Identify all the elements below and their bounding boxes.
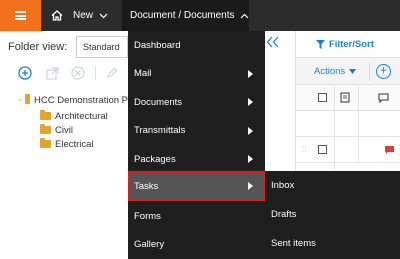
hamburger-icon — [15, 11, 26, 20]
submenu-arrow-icon — [248, 182, 253, 190]
submenu-arrow-icon — [248, 69, 253, 78]
drag-handle-icon[interactable]: ⁞⁞ — [302, 145, 306, 154]
add-document-button[interactable]: + — [376, 64, 391, 79]
filter-sort-label: Filter/Sort — [329, 38, 374, 50]
new-dropdown-button[interactable]: New — [73, 0, 108, 31]
grid-header — [296, 85, 400, 111]
folder-icon — [40, 110, 51, 120]
tree-item-label: HCC Demonstration P — [34, 94, 128, 106]
menu-item-label: Dashboard — [134, 39, 181, 51]
open-folder-button[interactable] — [44, 65, 60, 81]
hamburger-menu-button[interactable] — [0, 0, 41, 31]
menu-item-label: Forms — [134, 210, 161, 222]
tasks-submenu: Inbox Drafts Sent items — [265, 171, 400, 259]
menu-item-gallery[interactable]: Gallery — [128, 231, 265, 259]
folder-tree: HCC Demonstration P Architectural Civil … — [0, 93, 128, 151]
folder-icon — [40, 138, 51, 148]
collapse-panel-button[interactable] — [266, 36, 282, 50]
new-label: New — [73, 10, 94, 21]
chevron-up-icon — [240, 13, 248, 18]
home-icon — [51, 10, 63, 21]
remove-circle-icon — [71, 66, 85, 80]
tree-item-electrical[interactable]: Electrical — [0, 137, 128, 151]
row-checkbox[interactable] — [318, 145, 327, 154]
external-link-icon — [45, 66, 59, 80]
filter-icon — [316, 39, 325, 49]
submenu-arrow-icon — [248, 98, 253, 106]
tree-item-label: Civil — [55, 124, 73, 136]
module-breadcrumb-button[interactable]: Document / Documents — [122, 0, 249, 31]
add-circle-icon — [18, 66, 32, 80]
app-window: New Document / Documents Folder view: St… — [0, 0, 400, 259]
comment-icon[interactable] — [378, 93, 389, 103]
select-all-checkbox[interactable] — [318, 93, 327, 102]
menu-item-label: Packages — [134, 153, 176, 165]
actions-dropdown-button[interactable]: Actions — [314, 66, 357, 77]
menu-item-documents[interactable]: Documents — [128, 88, 265, 116]
edit-folder-button[interactable] — [104, 65, 120, 81]
add-folder-button[interactable] — [17, 65, 33, 81]
column-divider — [334, 85, 335, 110]
folder-view-select[interactable]: Standard — [76, 36, 128, 58]
table-row[interactable]: ⁞⁞ — [296, 137, 400, 163]
column-divider — [358, 85, 359, 110]
table-row[interactable] — [296, 111, 400, 137]
tree-item-label: Architectural — [55, 110, 108, 122]
column-divider — [334, 137, 335, 162]
folder-icon — [25, 94, 31, 104]
breadcrumb-label: Document / Documents — [130, 10, 235, 21]
column-divider — [358, 111, 359, 136]
menu-item-forms[interactable]: Forms — [128, 202, 265, 230]
submenu-item-drafts[interactable]: Drafts — [265, 200, 400, 228]
menu-item-label: Documents — [134, 96, 183, 108]
flag-comment-icon[interactable] — [384, 145, 396, 155]
menu-item-label: Gallery — [134, 239, 165, 250]
document-module-menu: Dashboard Mail Documents Transmittals Pa… — [128, 31, 265, 259]
document-icon[interactable] — [340, 92, 350, 103]
chevron-down-icon[interactable] — [18, 97, 22, 103]
actions-label: Actions — [314, 66, 346, 77]
column-divider — [358, 137, 359, 162]
tree-item-architectural[interactable]: Architectural — [0, 109, 128, 123]
double-chevron-left-icon — [266, 36, 279, 48]
submenu-arrow-icon — [248, 126, 253, 135]
menu-item-packages[interactable]: Packages — [128, 145, 265, 173]
submenu-item-label: Inbox — [271, 179, 295, 191]
menu-item-label: Transmittals — [134, 125, 186, 136]
toolbar-divider — [95, 66, 96, 80]
top-bar: New Document / Documents — [0, 0, 400, 31]
menu-item-label: Mail — [134, 68, 152, 79]
delete-folder-button[interactable] — [70, 65, 86, 81]
home-button[interactable] — [46, 0, 68, 31]
submenu-item-sent-items[interactable]: Sent items — [265, 229, 400, 257]
actions-divider — [369, 63, 370, 81]
submenu-arrow-icon — [248, 155, 253, 163]
menu-item-tasks[interactable]: Tasks — [128, 171, 265, 201]
submenu-item-label: Sent items — [271, 237, 316, 249]
menu-item-label: Tasks — [134, 180, 159, 192]
submenu-item-label: Drafts — [271, 208, 297, 220]
submenu-item-inbox[interactable]: Inbox — [265, 171, 400, 199]
pencil-icon — [107, 67, 118, 78]
menu-item-transmittals[interactable]: Transmittals — [128, 117, 265, 145]
folder-toolbar — [0, 61, 128, 85]
caret-down-icon — [349, 69, 357, 74]
tree-item-label: Electrical — [55, 138, 94, 150]
tree-item-civil[interactable]: Civil — [0, 123, 128, 137]
folder-view-value: Standard — [83, 42, 120, 52]
chevron-down-icon — [99, 13, 108, 18]
column-divider — [334, 111, 335, 136]
tree-item-root[interactable]: HCC Demonstration P — [0, 93, 128, 107]
menu-item-dashboard[interactable]: Dashboard — [128, 31, 265, 59]
menu-item-mail[interactable]: Mail — [128, 60, 265, 88]
folder-icon — [40, 124, 51, 134]
actions-bar: Actions + — [296, 57, 400, 85]
folder-view-label: Folder view: — [8, 41, 68, 53]
plus-icon: + — [379, 63, 387, 77]
filter-sort-button[interactable]: Filter/Sort — [296, 31, 400, 57]
